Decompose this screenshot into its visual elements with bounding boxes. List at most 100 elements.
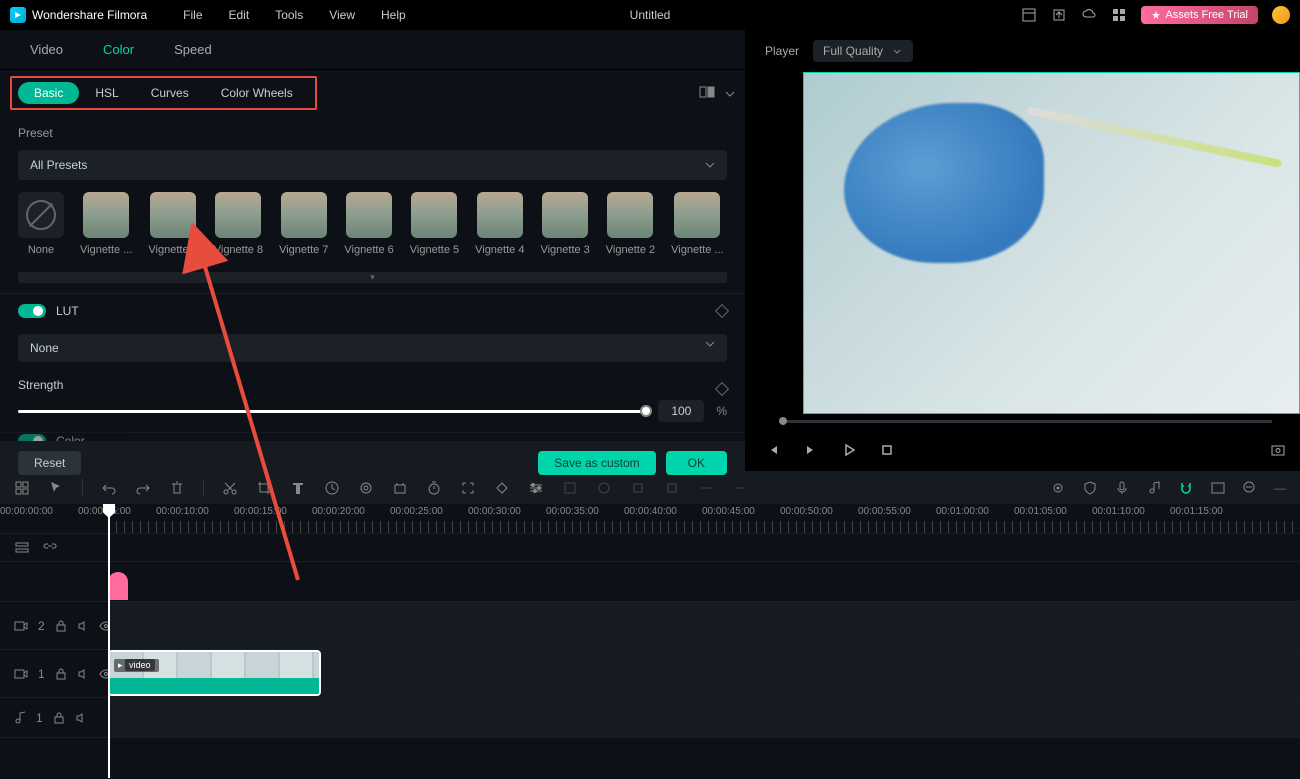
preset-item[interactable]: None: [18, 192, 64, 256]
strength-slider-thumb[interactable]: [640, 405, 652, 417]
keyframe-icon[interactable]: [494, 480, 510, 496]
lock-icon[interactable]: [55, 620, 67, 632]
select-tool-icon[interactable]: [14, 480, 30, 496]
mic-icon[interactable]: [1114, 480, 1130, 496]
preset-name: Vignette 4: [475, 244, 524, 256]
track-lane[interactable]: [108, 602, 1300, 649]
reset-button[interactable]: Reset: [18, 451, 81, 475]
stop-icon[interactable]: [879, 442, 895, 458]
save-custom-button[interactable]: Save as custom: [538, 451, 655, 475]
subtab-hsl[interactable]: HSL: [79, 82, 134, 104]
inspector-tabs: Video Color Speed: [0, 30, 745, 70]
tab-color[interactable]: Color: [83, 30, 154, 69]
preset-section-label: Preset: [0, 116, 745, 150]
tool-disabled-1: [562, 480, 578, 496]
timer-icon[interactable]: [426, 480, 442, 496]
undo-icon[interactable]: [101, 480, 117, 496]
text-icon[interactable]: [290, 480, 306, 496]
color-toggle[interactable]: [18, 434, 46, 441]
menu-file[interactable]: File: [183, 8, 202, 22]
delete-icon[interactable]: [169, 480, 185, 496]
preset-item[interactable]: Vignette 8: [214, 192, 263, 256]
preset-item[interactable]: Vignette 7: [279, 192, 328, 256]
export-icon[interactable]: [1051, 7, 1067, 23]
effects-icon[interactable]: [392, 480, 408, 496]
video-clip[interactable]: ▸ video: [108, 650, 321, 696]
adjust-icon[interactable]: [528, 480, 544, 496]
speed-icon[interactable]: [324, 480, 340, 496]
menu-edit[interactable]: Edit: [229, 8, 250, 22]
strength-value[interactable]: 100: [658, 400, 704, 422]
tab-speed[interactable]: Speed: [154, 30, 232, 69]
mute-icon[interactable]: [77, 620, 89, 632]
magnet-icon[interactable]: [1178, 480, 1194, 496]
preset-grid: None Vignette ... Vignette 9 Vignette 8 Vign…: [0, 180, 745, 268]
menu-view[interactable]: View: [329, 8, 355, 22]
fit-icon[interactable]: [1210, 480, 1226, 496]
mute-icon[interactable]: [77, 668, 89, 680]
track-manage-icon[interactable]: [14, 540, 30, 556]
subtab-basic[interactable]: Basic: [18, 82, 79, 104]
lut-keyframe-icon[interactable]: [715, 304, 729, 318]
preview-viewport[interactable]: [803, 72, 1300, 414]
profile-avatar[interactable]: [1272, 6, 1290, 24]
lock-icon[interactable]: [55, 668, 67, 680]
preset-item[interactable]: Vignette 3: [540, 192, 589, 256]
lut-dropdown[interactable]: None: [18, 334, 727, 362]
play-icon[interactable]: [841, 442, 857, 458]
menu-tools[interactable]: Tools: [275, 8, 303, 22]
shield-icon[interactable]: [1082, 480, 1098, 496]
playback-progress[interactable]: [779, 420, 1272, 423]
lut-toggle[interactable]: [18, 304, 46, 318]
preset-thumb: [477, 192, 523, 238]
quality-dropdown[interactable]: Full Quality: [813, 40, 913, 62]
trial-button[interactable]: Assets Free Trial: [1141, 6, 1258, 24]
lock-icon[interactable]: [53, 712, 65, 724]
marker[interactable]: [108, 572, 128, 600]
record-icon[interactable]: [1050, 480, 1066, 496]
prev-frame-icon[interactable]: [765, 442, 781, 458]
playhead[interactable]: [108, 504, 110, 778]
preset-item[interactable]: Vignette ...: [671, 192, 723, 256]
titlebar: Wondershare Filmora File Edit Tools View…: [0, 0, 1300, 30]
play-next-icon[interactable]: [803, 442, 819, 458]
video-track-2: 2: [0, 602, 1300, 650]
timeline-ruler[interactable]: 00:00:00:0000:00:05:0000:00:10:0000:00:1…: [0, 504, 1300, 534]
preset-item[interactable]: Vignette 4: [475, 192, 524, 256]
track-lane[interactable]: [108, 698, 1300, 737]
cut-icon[interactable]: [222, 480, 238, 496]
color-icon[interactable]: [358, 480, 374, 496]
preset-expand[interactable]: ▾: [18, 272, 727, 283]
snapshot-icon[interactable]: [1270, 442, 1286, 458]
preset-thumb: [281, 192, 327, 238]
cursor-tool-icon[interactable]: [48, 480, 64, 496]
link-icon[interactable]: [42, 540, 58, 556]
ok-button[interactable]: OK: [666, 451, 727, 475]
grid-icon[interactable]: [1111, 7, 1127, 23]
mute-icon[interactable]: [75, 712, 87, 724]
track-lane[interactable]: ▸ video: [108, 650, 1300, 697]
tab-video[interactable]: Video: [10, 30, 83, 69]
cloud-icon[interactable]: [1081, 7, 1097, 23]
menu-help[interactable]: Help: [381, 8, 406, 22]
crop-icon[interactable]: [256, 480, 272, 496]
preset-item[interactable]: Vignette ...: [80, 192, 132, 256]
music-icon[interactable]: [1146, 480, 1162, 496]
compare-icon[interactable]: [699, 86, 715, 101]
preset-item[interactable]: Vignette 9: [148, 192, 197, 256]
quality-value: Full Quality: [823, 44, 883, 58]
preset-item[interactable]: Vignette 6: [344, 192, 393, 256]
chevron-down-icon[interactable]: [725, 86, 735, 100]
preset-name: Vignette 6: [344, 244, 393, 256]
strength-slider[interactable]: [18, 410, 646, 413]
subtab-curves[interactable]: Curves: [135, 82, 205, 104]
redo-icon[interactable]: [135, 480, 151, 496]
preset-dropdown[interactable]: All Presets: [18, 150, 727, 180]
layout-icon[interactable]: [1021, 7, 1037, 23]
zoom-out-icon[interactable]: [1242, 480, 1258, 496]
preset-item[interactable]: Vignette 2: [606, 192, 655, 256]
expand-icon[interactable]: [460, 480, 476, 496]
preset-item[interactable]: Vignette 5: [410, 192, 459, 256]
subtab-color-wheels[interactable]: Color Wheels: [205, 82, 309, 104]
strength-keyframe-icon[interactable]: [715, 382, 729, 396]
